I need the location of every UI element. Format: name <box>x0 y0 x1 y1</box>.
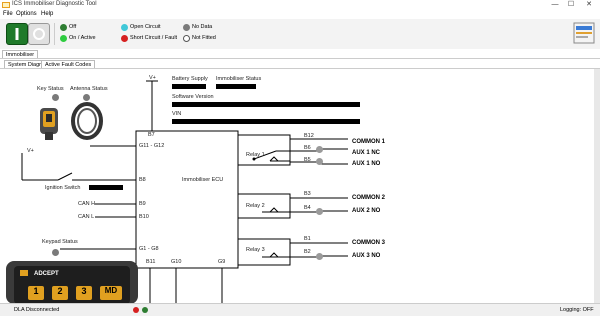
pin-b7: B7 <box>148 132 155 138</box>
relay2-label: Relay 2 <box>246 203 265 209</box>
window-title: ICS Immobiliser Diagnostic Tool <box>12 1 97 7</box>
minimize-button[interactable]: — <box>548 0 562 10</box>
pin-g1-g8: G1 - G8 <box>139 246 159 252</box>
tab-divider <box>0 58 600 59</box>
legend-short-label: Short Circuit / Fault <box>130 35 178 41</box>
report-icon[interactable] <box>573 21 595 45</box>
toolbar: Off On / Active Open Circuit Short Circu… <box>0 19 600 49</box>
output-common2: COMMON 2 <box>352 195 385 201</box>
close-button[interactable]: ✕ <box>582 0 596 10</box>
pin-g10: G10 <box>171 259 182 265</box>
keypad-panel: ADCEPT 1 2 3 MD <box>14 266 130 304</box>
system-diagram: Key Status Antenna Status V+ Battery Sup… <box>0 68 600 304</box>
status-red-led <box>133 307 139 313</box>
pin-b8: B8 <box>139 177 146 183</box>
legend-notfitted-led <box>183 35 190 42</box>
power-icon <box>15 28 19 40</box>
pin-b1: B1 <box>304 236 311 242</box>
ecu-label: Immobiliser ECU <box>182 177 224 183</box>
keypad-key-md: MD <box>100 286 122 300</box>
legend-on-led <box>60 35 67 42</box>
antenna-status-led <box>83 94 90 101</box>
output-aux3no: AUX 3 NO <box>352 253 381 259</box>
output-aux1nc: AUX 1 NC <box>352 150 381 156</box>
legend-open-led <box>121 24 128 31</box>
power-off-button[interactable] <box>28 23 50 45</box>
keypad-brand: ADCEPT <box>34 271 59 277</box>
pin-g11-g12: G11 - G12 <box>139 143 165 149</box>
vin-value <box>172 119 360 124</box>
pin-b9: B9 <box>139 201 146 207</box>
output-aux2no: AUX 2 NO <box>352 208 381 214</box>
pin-b2: B2 <box>304 249 311 255</box>
battery-supply-label: Battery Supply <box>172 76 208 82</box>
immobiliser-status-label: Immobiliser Status <box>216 76 262 82</box>
legend-on-label: On / Active <box>69 35 96 41</box>
legend-nodata-led <box>183 24 190 31</box>
key-fob-icon <box>40 108 58 140</box>
immobiliser-status-value <box>216 84 256 89</box>
keypad-key-3: 3 <box>76 286 92 300</box>
menu-file[interactable]: File <box>3 11 13 17</box>
status-bar: DLA Disconnected Logging: OFF <box>0 303 600 316</box>
menu-bar: File Options Help <box>0 10 600 19</box>
output-common3: COMMON 3 <box>352 240 385 246</box>
pin-b10: B10 <box>139 214 149 220</box>
vplus-top-label: V+ <box>149 75 156 81</box>
legend-off-label: Off <box>69 24 77 30</box>
battery-supply-value <box>172 84 206 89</box>
menu-help[interactable]: Help <box>41 11 53 17</box>
legend-open-label: Open Circuit <box>130 24 161 30</box>
aux3no-led <box>316 253 323 260</box>
legend-nodata-label: No Data <box>192 24 213 30</box>
ignition-switch-label: Ignition Switch <box>45 185 81 191</box>
maximize-button[interactable]: ☐ <box>564 0 578 10</box>
toolbar-divider <box>54 23 55 45</box>
title-bar: ICS Immobiliser Diagnostic Tool — ☐ ✕ <box>0 0 600 10</box>
antenna-status-label: Antenna Status <box>70 86 108 92</box>
pin-b5: B5 <box>304 157 311 163</box>
can-h-label: CAN H <box>78 201 96 207</box>
vplus-left-label: V+ <box>27 148 34 154</box>
key-status-led <box>52 94 59 101</box>
app-icon <box>2 2 10 8</box>
aux1nc-led <box>316 146 323 153</box>
ignition-switch-value <box>89 185 123 190</box>
keypad-logo-icon <box>20 270 28 276</box>
pin-b3: B3 <box>304 191 311 197</box>
output-aux1no: AUX 1 NO <box>352 161 381 167</box>
legend-notfitted-label: Not Fitted <box>192 35 216 41</box>
keypad-key-2: 2 <box>52 286 68 300</box>
keypad-status-led <box>52 249 59 256</box>
menu-options[interactable]: Options <box>16 11 37 17</box>
power-on-button[interactable] <box>6 23 28 45</box>
relay3-label: Relay 3 <box>246 247 265 253</box>
can-l-label: CAN L <box>78 214 95 220</box>
keypad-key-1: 1 <box>28 286 44 300</box>
pin-b12: B12 <box>304 133 314 139</box>
keypad-device: ADCEPT 1 2 3 MD <box>6 261 138 304</box>
logging-status: Logging: OFF <box>560 307 594 313</box>
status-green-led <box>142 307 148 313</box>
output-common1: COMMON 1 <box>352 139 385 145</box>
software-version-value <box>172 102 360 107</box>
vin-label: VIN <box>172 111 182 117</box>
pin-b4: B4 <box>304 205 311 211</box>
legend-off-led <box>60 24 67 31</box>
power-off-icon <box>33 28 45 40</box>
pin-b11: B11 <box>146 259 156 265</box>
antenna-coil-icon <box>71 102 103 140</box>
legend-short-led <box>121 35 128 42</box>
aux1no-led <box>316 158 323 165</box>
pin-g9: G9 <box>218 259 226 265</box>
vertical-scrollbar[interactable] <box>594 69 600 304</box>
pin-b6: B6 <box>304 145 311 151</box>
keypad-status-label: Keypad Status <box>42 239 78 245</box>
aux2no-led <box>316 208 323 215</box>
relay1-label: Relay 1 <box>246 152 265 158</box>
software-version-label: Software Version <box>172 94 214 100</box>
key-status-label: Key Status <box>37 86 64 92</box>
connection-status: DLA Disconnected <box>14 307 60 313</box>
